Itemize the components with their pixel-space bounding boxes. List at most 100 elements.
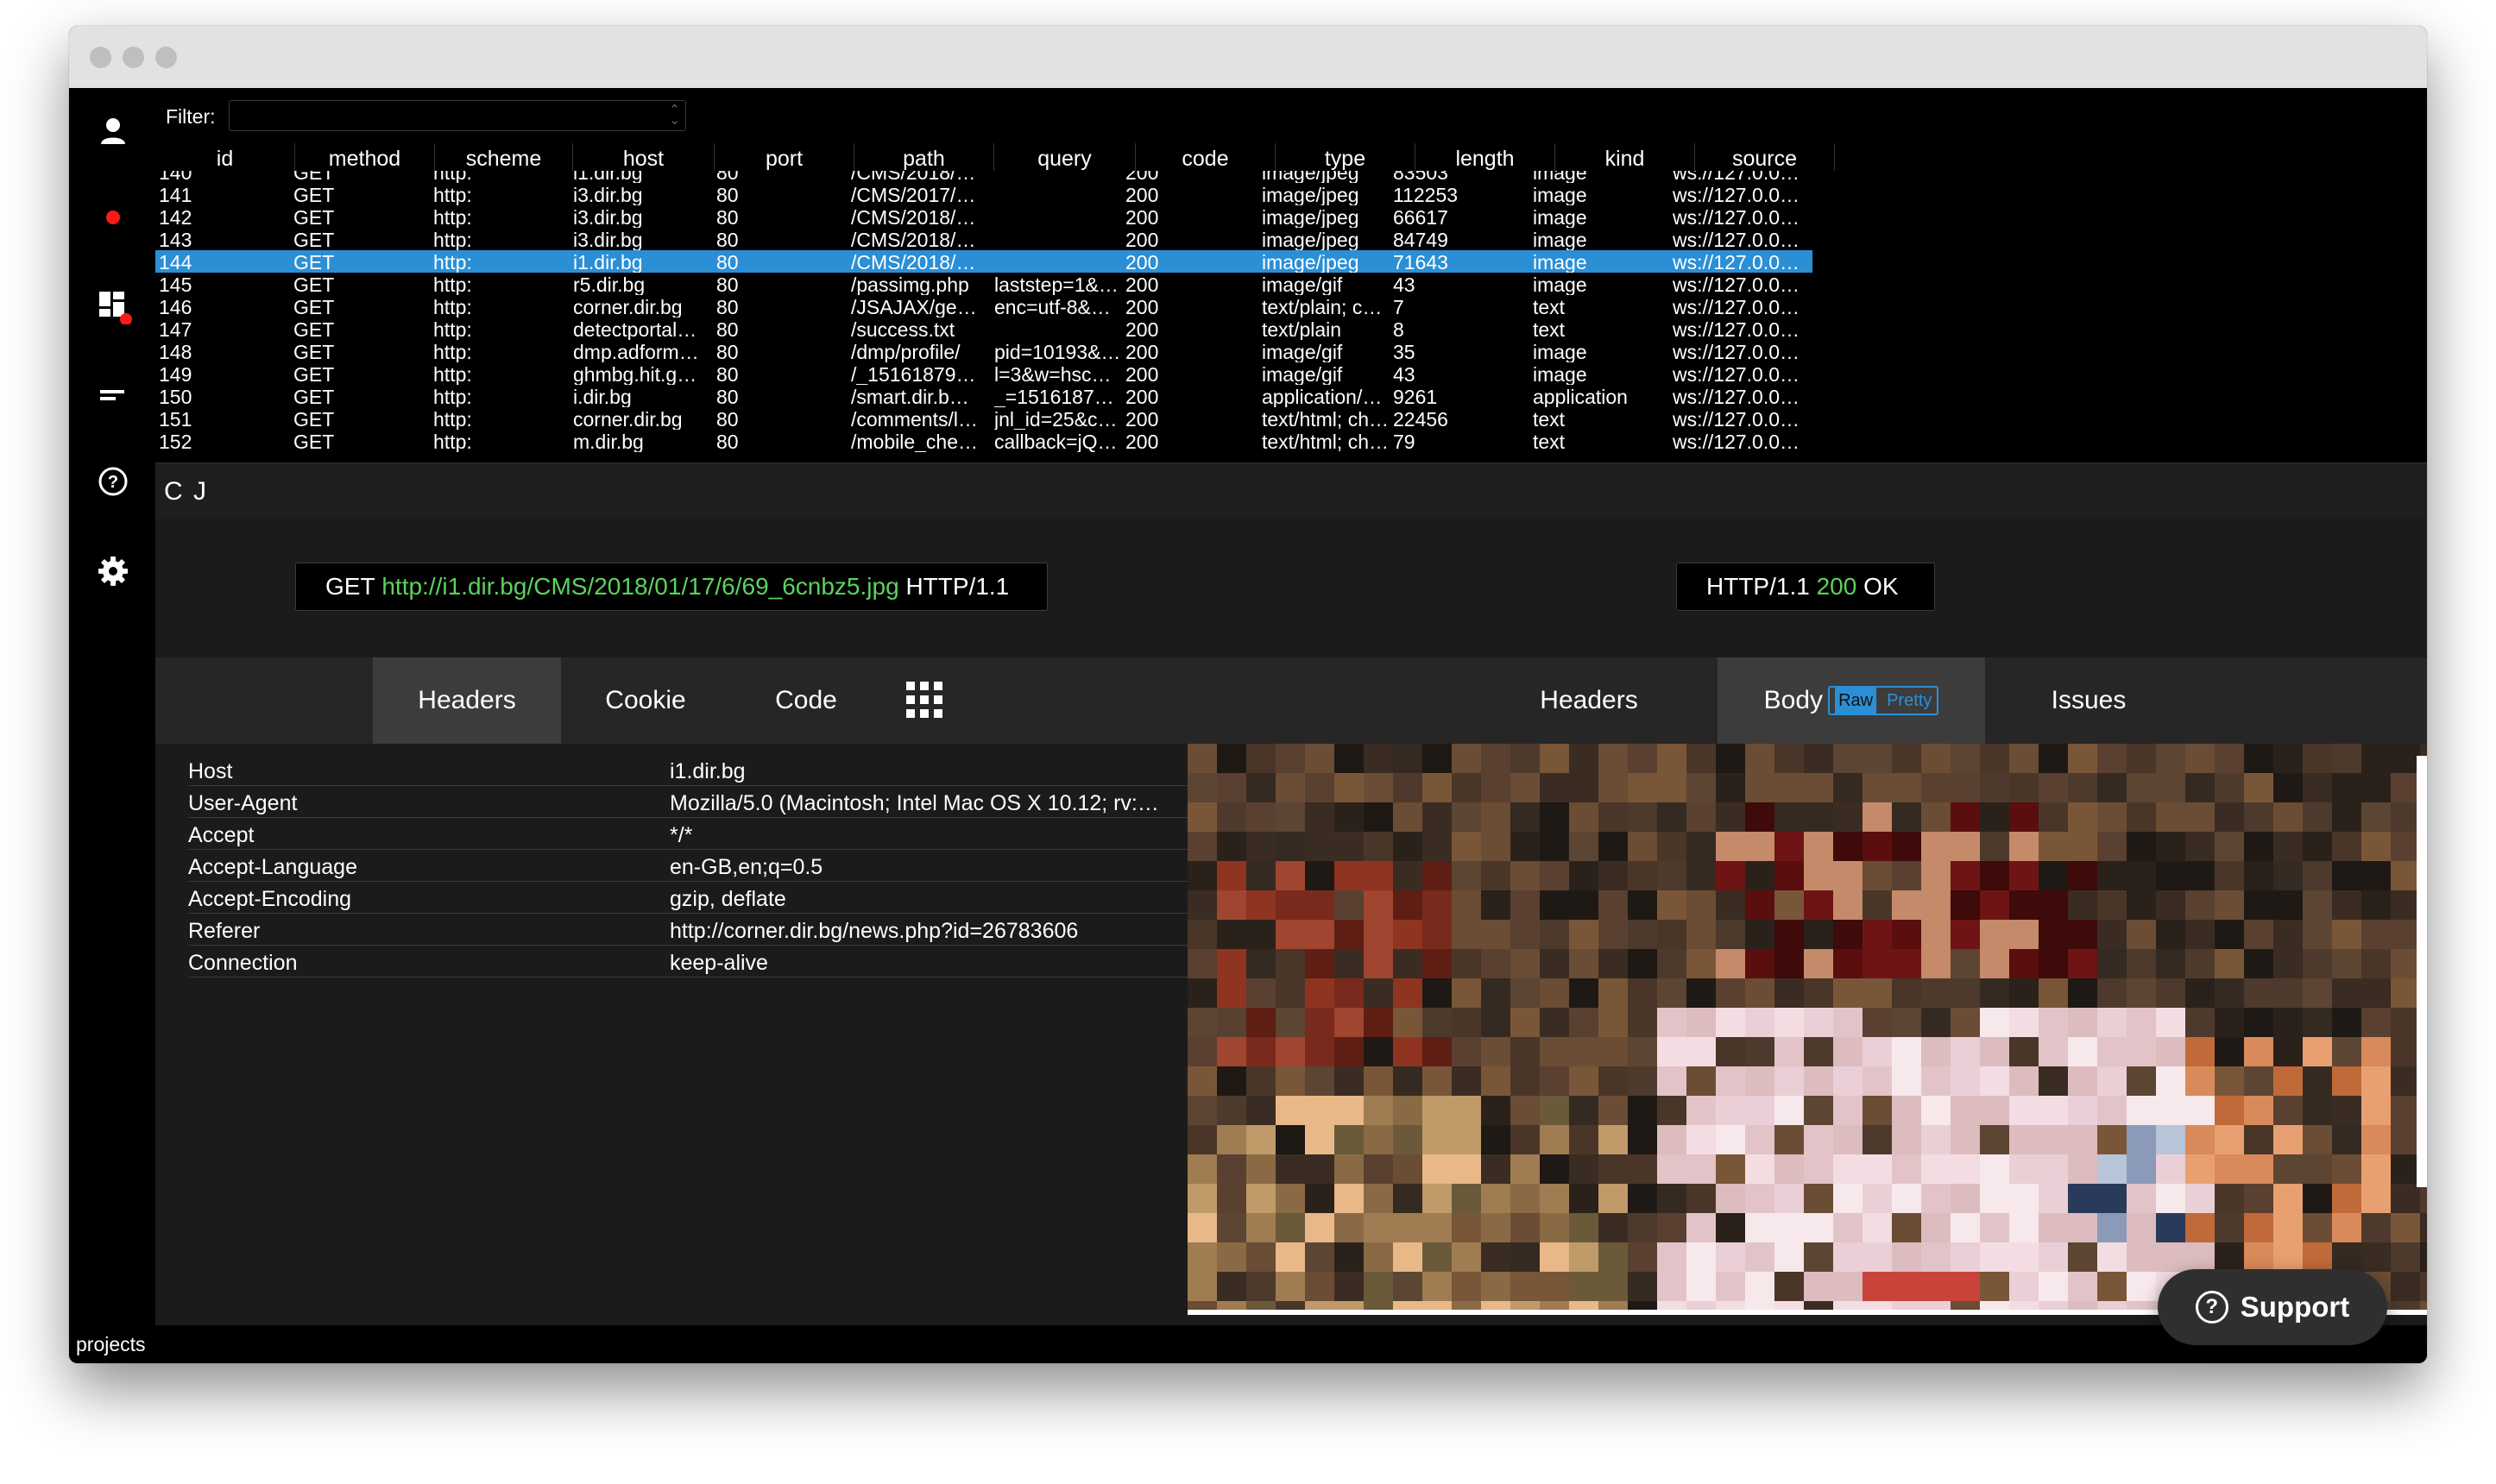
cell-kind: text	[1533, 296, 1566, 318]
table-row[interactable]: 146 GET http: corner.dir.bg 80/JSAJAX/ge… enc…	[155, 295, 1812, 318]
cell-type: image/gif	[1262, 363, 1343, 385]
cell-scheme: http:	[433, 274, 472, 295]
cell-source: ws://127.0.0…	[1673, 251, 1800, 273]
tab-response-headers[interactable]: Headers	[1516, 657, 1662, 744]
filter-spinner-icon[interactable]: ⌃ ⌄	[669, 104, 680, 127]
column-header-host[interactable]: host	[573, 143, 715, 171]
response-line-panel: HTTP/1.1 200 OK	[1188, 518, 2427, 657]
lines-icon[interactable]	[91, 373, 136, 418]
raw-pretty-toggle[interactable]: Raw Pretty	[1828, 686, 1939, 715]
tab-response-body[interactable]: Body Raw Pretty	[1718, 657, 1985, 744]
request-version: HTTP/1.1	[905, 573, 1010, 600]
table-row[interactable]: 141 GET http: i3.dir.bg 80/CMS/2017/… 200 imag…	[155, 183, 1812, 205]
cell-method: GET	[293, 184, 335, 205]
cell-scheme: http:	[433, 341, 472, 362]
cell-length: 79	[1393, 431, 1415, 452]
column-header-path[interactable]: path	[854, 143, 994, 171]
table-row[interactable]: 143 GET http: i3.dir.bg 80/CMS/2018/… 200 imag…	[155, 228, 1812, 250]
request-line: GET http://i1.dir.bg/CMS/2018/01/17/6/69…	[295, 563, 1048, 611]
response-status-code: 200	[1816, 573, 1857, 600]
c-button[interactable]: C	[164, 477, 183, 506]
cell-host: i3.dir.bg	[573, 184, 643, 205]
column-header-scheme[interactable]: scheme	[435, 143, 573, 171]
request-url[interactable]: http://i1.dir.bg/CMS/2018/01/17/6/69_6cn…	[381, 573, 898, 601]
pretty-toggle[interactable]: Pretty	[1887, 688, 1932, 714]
gear-icon[interactable]	[91, 549, 136, 594]
cell-query	[994, 250, 1124, 273]
cell-path: /smart.dir.b…	[851, 386, 969, 407]
cell-source: ws://127.0.0…	[1673, 363, 1800, 385]
cell-kind: image	[1533, 341, 1587, 362]
minimize-window-button[interactable]	[123, 47, 144, 68]
record-icon[interactable]	[91, 195, 136, 240]
cell-length: 8	[1393, 318, 1404, 340]
cell-code: 200	[1125, 171, 1159, 183]
tab-request-code[interactable]: Code	[730, 657, 882, 744]
cell-source: ws://127.0.0…	[1673, 341, 1800, 362]
tab-response-issues[interactable]: Issues	[2020, 657, 2158, 744]
tab-request-cookie[interactable]: Cookie	[561, 657, 730, 744]
column-header-length[interactable]: length	[1415, 143, 1555, 171]
cell-port: 80	[716, 296, 739, 318]
cell-path: /CMS/2018/…	[851, 229, 976, 250]
cell-query	[994, 228, 1124, 250]
filter-input[interactable]: ⌃ ⌄	[229, 100, 686, 131]
cell-id: 141	[159, 184, 192, 205]
cell-type: image/jpeg	[1262, 171, 1359, 183]
cell-code: 200	[1125, 341, 1159, 362]
cell-id: 149	[159, 363, 192, 385]
table-row[interactable]: 149 GET http: ghmbg.hit.g… 80 /_15161879… l=3&…	[155, 362, 1812, 385]
header-row: Host i1.dir.bg	[188, 754, 1189, 786]
cell-scheme: http:	[433, 386, 472, 407]
user-icon[interactable]	[91, 109, 136, 154]
cell-id: 152	[159, 431, 192, 452]
projects-label[interactable]: projects	[76, 1333, 146, 1356]
table-row[interactable]: 147 GET http: detectportal… 80/success.txt 20…	[155, 318, 1812, 340]
j-button[interactable]: J	[193, 477, 206, 506]
cell-source: ws://127.0.0…	[1673, 408, 1800, 430]
request-grid[interactable]: 140 GET http: i1.dir.bg 80/CMS/2018/… 200 imag…	[155, 171, 2427, 462]
column-header-source[interactable]: source	[1695, 143, 1835, 171]
column-header-code[interactable]: code	[1136, 143, 1276, 171]
table-row[interactable]: 140 GET http: i1.dir.bg 80/CMS/2018/… 200 imag…	[155, 171, 1812, 183]
support-button[interactable]: ? Support	[2158, 1269, 2387, 1345]
column-header-kind[interactable]: kind	[1555, 143, 1695, 171]
column-header-query[interactable]: query	[994, 143, 1136, 171]
maximize-window-button[interactable]	[155, 47, 177, 68]
tab-response-body-label: Body	[1763, 686, 1824, 714]
table-row[interactable]: 148 GET http: dmp.adform… 80/dmp/profile/pid…	[155, 340, 1812, 362]
cell-source: ws://127.0.0…	[1673, 206, 1800, 228]
cell-port: 80	[716, 408, 739, 430]
table-row[interactable]: 151 GET http: corner.dir.bg 80/comments/l… jn…	[155, 407, 1812, 430]
column-header-id[interactable]: id	[155, 143, 295, 171]
table-row[interactable]: 145 GET http: r5.dir.bg 80/passimg.php lastst…	[155, 273, 1812, 295]
table-row[interactable]: 144 GET http: i1.dir.bg 80/CMS/2018/… 200 imag…	[155, 250, 1812, 273]
table-row[interactable]: 152 GET http: m.dir.bg 80/mobile_che… callbac…	[155, 430, 1812, 452]
cell-path: /JSAJAX/ge…	[851, 296, 977, 318]
cell-path: /passimg.php	[851, 274, 969, 295]
cell-query	[994, 318, 1124, 340]
grid-icon[interactable]	[906, 682, 942, 718]
request-headers-panel: Host i1.dir.bg User-Agent Mozilla/5.0 (Maci…	[155, 744, 1189, 1325]
column-header-type[interactable]: type	[1276, 143, 1415, 171]
column-header-method[interactable]: method	[295, 143, 435, 171]
header-row: User-Agent Mozilla/5.0 (Macintosh; Intel …	[188, 786, 1189, 818]
close-window-button[interactable]	[90, 47, 111, 68]
raw-toggle[interactable]: Raw	[1835, 688, 1877, 714]
cell-scheme: http:	[433, 171, 472, 183]
column-header-port[interactable]: port	[715, 143, 854, 171]
tab-request-headers[interactable]: Headers	[373, 657, 561, 744]
cell-port: 80	[716, 386, 739, 407]
help-icon[interactable]: ?	[91, 459, 136, 504]
cell-port: 80	[716, 171, 739, 183]
response-version: HTTP/1.1	[1706, 573, 1810, 600]
cell-type: text/html; ch…	[1262, 408, 1389, 430]
request-method: GET	[325, 573, 375, 600]
header-name: Accept-Language	[188, 855, 357, 879]
cell-length: 66617	[1393, 206, 1448, 228]
table-row[interactable]: 150 GET http: i.dir.bg 80/smart.dir.b… _=1516…	[155, 385, 1812, 407]
cell-host: i3.dir.bg	[573, 229, 643, 250]
dashboard-icon[interactable]	[91, 283, 136, 328]
table-row[interactable]: 142 GET http: i3.dir.bg 80/CMS/2018/… 200 imag…	[155, 205, 1812, 228]
cell-id: 145	[159, 274, 192, 295]
